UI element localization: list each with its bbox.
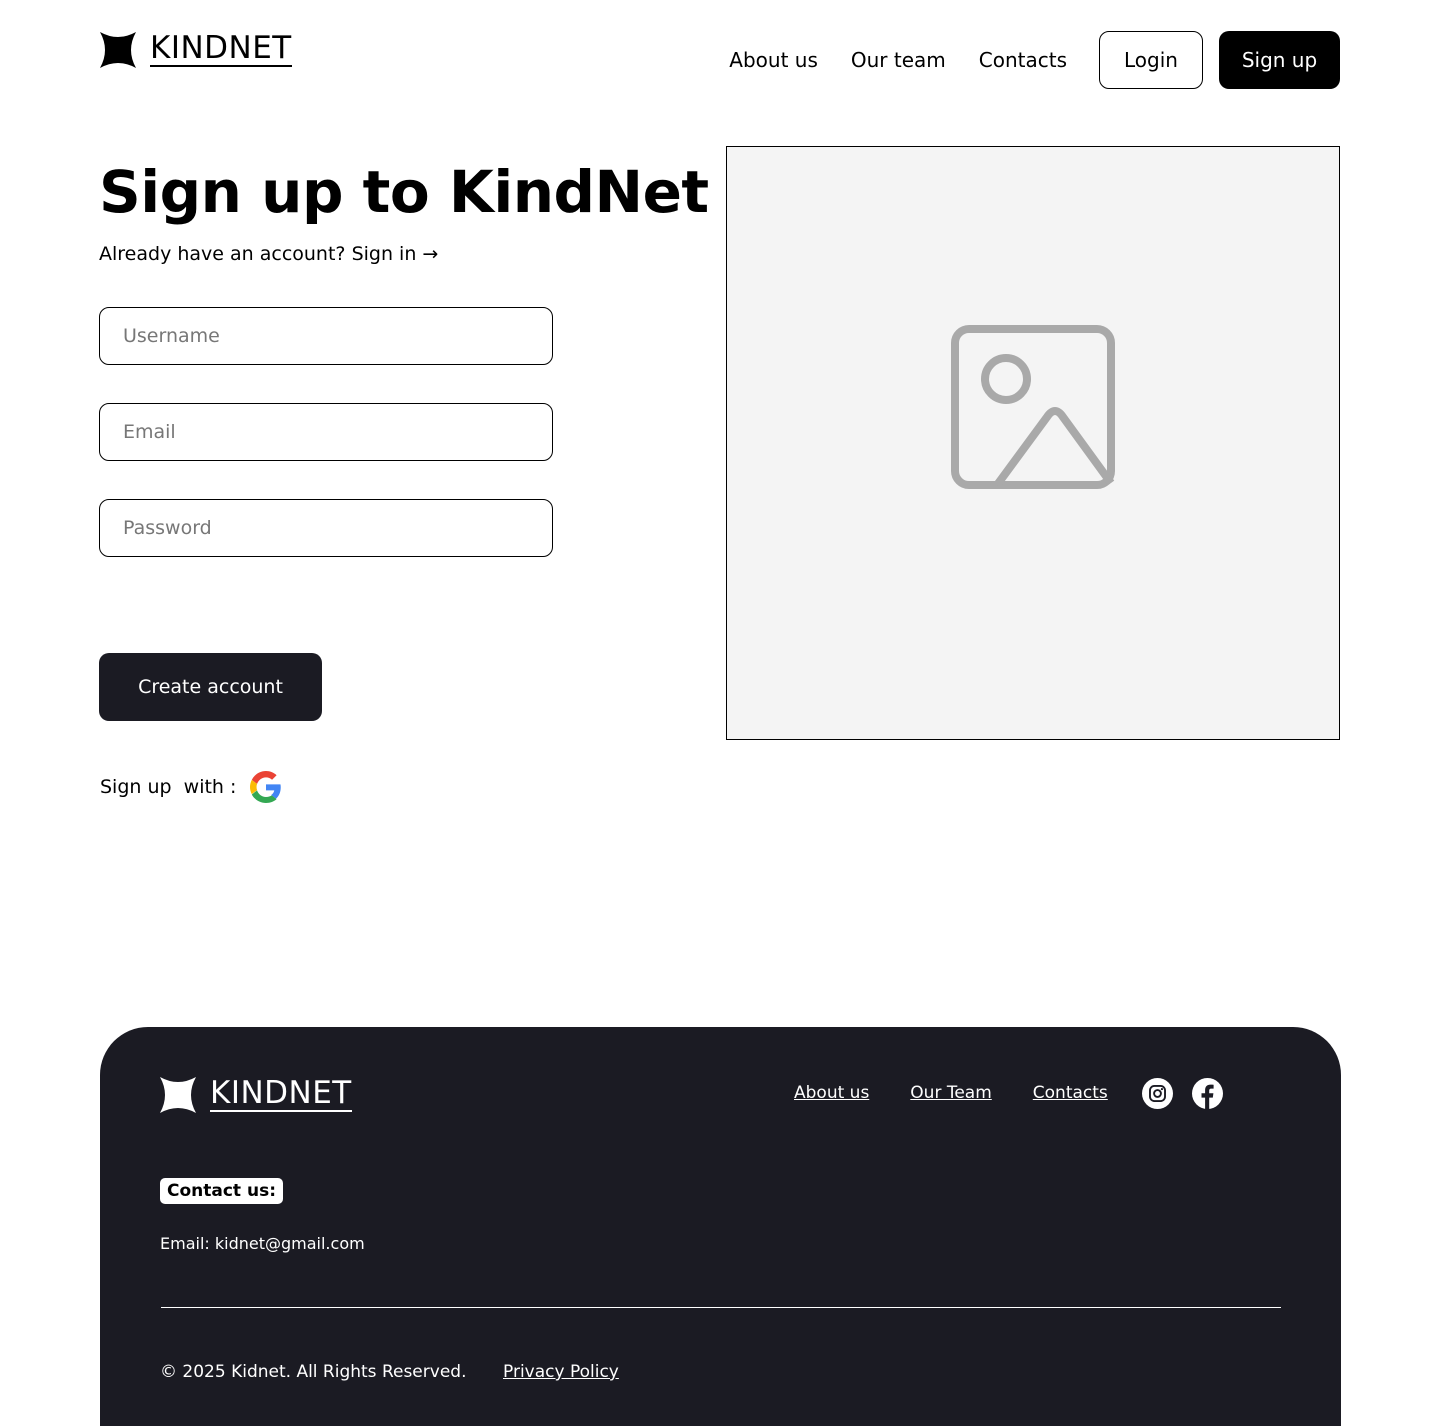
image-placeholder-icon bbox=[951, 325, 1115, 489]
username-input[interactable] bbox=[99, 307, 553, 365]
signin-prompt-text: Already have an account? bbox=[99, 243, 346, 265]
top-nav: About us Our team Contacts Login Sign up bbox=[729, 31, 1340, 89]
social-signup-label: Sign up with : bbox=[100, 776, 237, 798]
signup-button[interactable]: Sign up bbox=[1219, 31, 1340, 89]
footer-link-about-us[interactable]: About us bbox=[794, 1083, 869, 1103]
footer-brand-logo[interactable]: KINDNET bbox=[160, 1077, 352, 1113]
nav-contacts[interactable]: Contacts bbox=[979, 48, 1067, 72]
contact-email: Email: kidnet@gmail.com bbox=[160, 1234, 365, 1253]
footer-link-our-team[interactable]: Our Team bbox=[910, 1083, 991, 1103]
signin-prompt: Already have an account? Sign in → bbox=[99, 243, 438, 265]
instagram-icon[interactable] bbox=[1141, 1077, 1173, 1109]
footer-link-contacts[interactable]: Contacts bbox=[1033, 1083, 1108, 1103]
signin-link[interactable]: Sign in → bbox=[352, 243, 439, 265]
password-input[interactable] bbox=[99, 499, 553, 557]
footer-nav: About us Our Team Contacts bbox=[794, 1077, 1242, 1109]
footer: KINDNET About us Our Team Contacts Conta… bbox=[100, 1027, 1341, 1426]
nav-our-team[interactable]: Our team bbox=[851, 48, 946, 72]
contact-heading: Contact us: bbox=[160, 1178, 283, 1204]
nav-about-us[interactable]: About us bbox=[729, 48, 818, 72]
email-input[interactable] bbox=[99, 403, 553, 461]
hero-image bbox=[726, 146, 1340, 740]
copyright: © 2025 Kidnet. All Rights Reserved. bbox=[160, 1362, 467, 1382]
four-point-star-icon bbox=[160, 1077, 196, 1113]
privacy-policy-link[interactable]: Privacy Policy bbox=[503, 1362, 619, 1382]
brand-logo[interactable]: KINDNET bbox=[100, 32, 292, 68]
create-account-button[interactable]: Create account bbox=[99, 653, 322, 721]
four-point-star-icon bbox=[100, 32, 136, 68]
google-icon[interactable] bbox=[250, 771, 282, 803]
footer-brand-name: KINDNET bbox=[210, 1075, 352, 1112]
facebook-icon[interactable] bbox=[1191, 1077, 1223, 1109]
login-button[interactable]: Login bbox=[1099, 31, 1203, 89]
footer-divider bbox=[161, 1307, 1281, 1308]
brand-name: KINDNET bbox=[150, 30, 292, 67]
social-signup: Sign up with : bbox=[100, 771, 282, 803]
page-title: Sign up to KindNet bbox=[99, 158, 709, 226]
